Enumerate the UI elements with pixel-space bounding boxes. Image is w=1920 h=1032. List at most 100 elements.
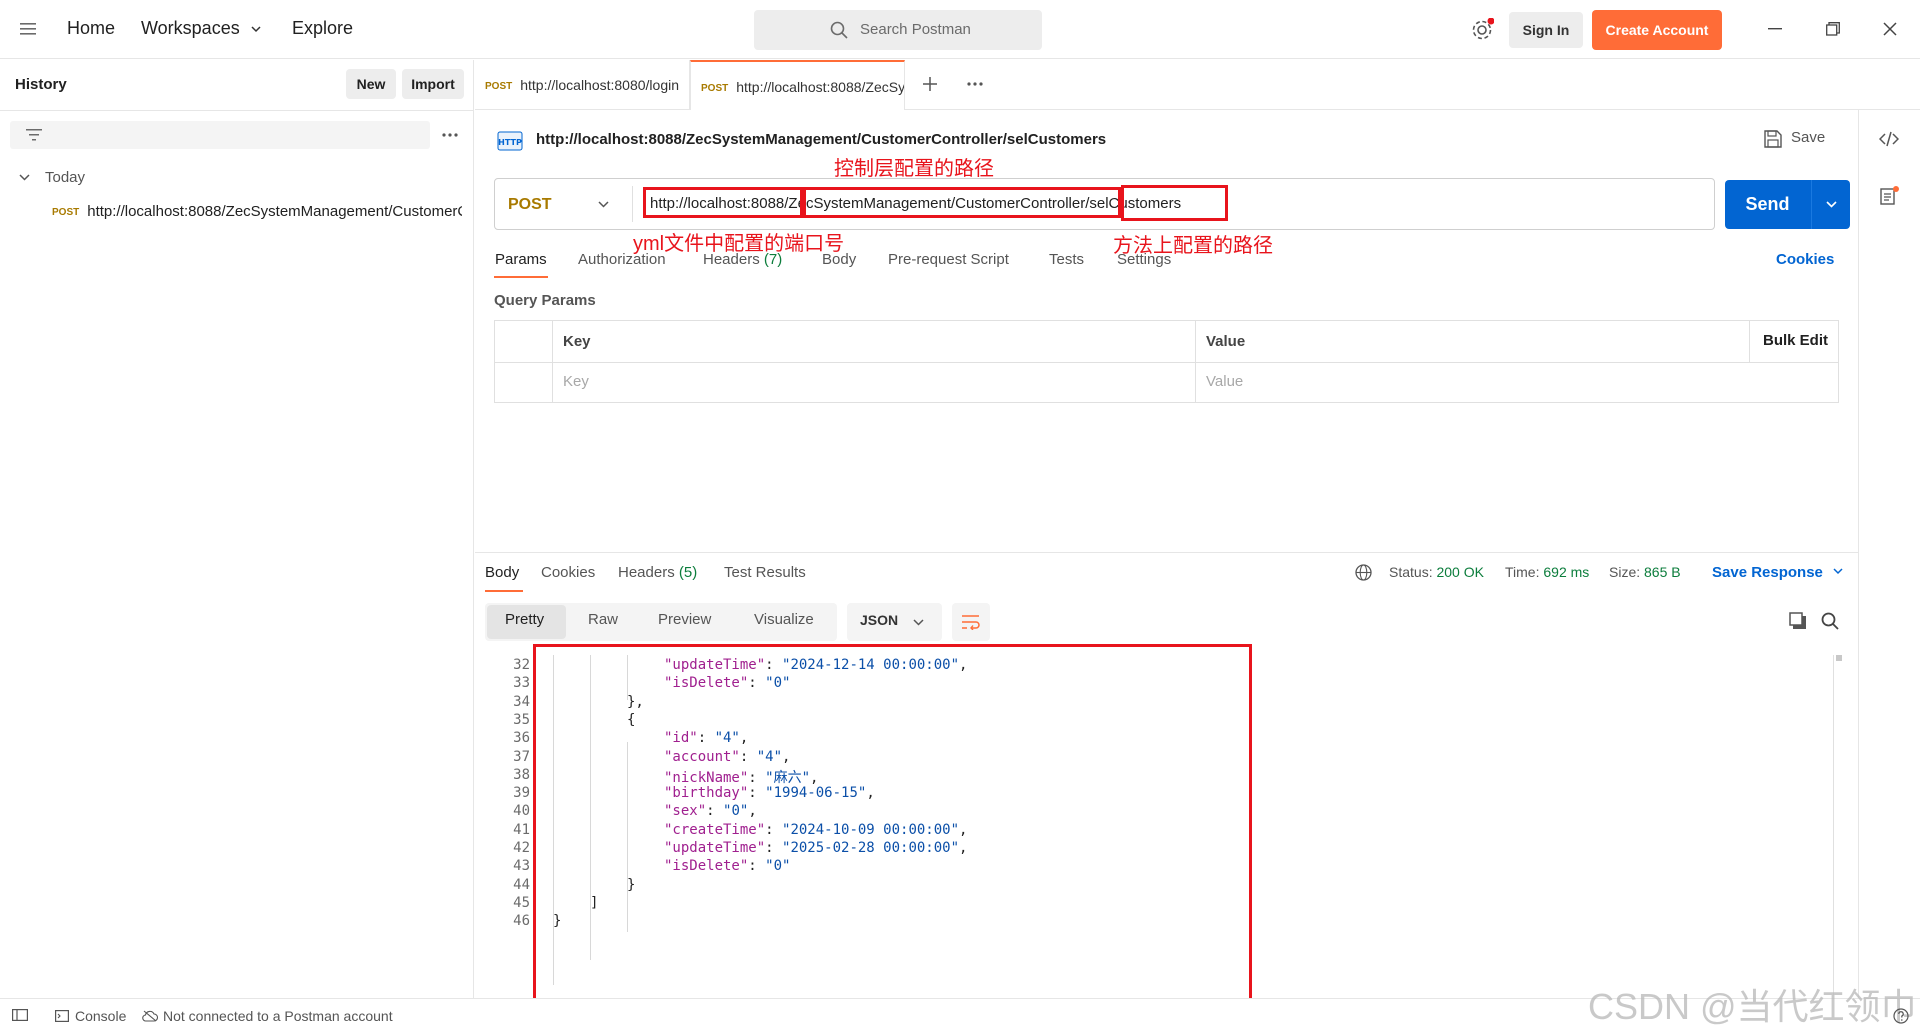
value-header: Value — [1206, 333, 1246, 350]
annotation-controller-label: 控制层配置的路径 — [834, 158, 994, 180]
create-account-button[interactable]: Create Account — [1592, 10, 1722, 50]
sign-in-button[interactable]: Sign In — [1509, 12, 1583, 48]
time-label: Time: — [1505, 564, 1540, 580]
send-split-divider — [1811, 180, 1812, 229]
right-rail-divider — [1858, 110, 1859, 998]
code-snippet-icon[interactable] — [1879, 131, 1899, 147]
tab-pre-request-script[interactable]: Pre-request Script — [888, 251, 1009, 268]
sidebar-toggle-icon[interactable] — [12, 1009, 28, 1021]
time-value: 692 ms — [1543, 564, 1590, 580]
new-button[interactable]: New — [346, 69, 396, 99]
save-response-label: Save Response — [1712, 564, 1823, 581]
save-button[interactable]: Save — [1764, 129, 1826, 148]
tab-url: http://localhost:8088/ZecSystemManagemen… — [736, 79, 905, 95]
tab-tests[interactable]: Tests — [1049, 251, 1084, 268]
response-tab-body[interactable]: Body — [485, 564, 519, 581]
scrollbar-track[interactable] — [1833, 655, 1834, 995]
history-sidebar — [0, 60, 474, 998]
line-number: 36 — [513, 730, 530, 747]
help-icon[interactable] — [1893, 1008, 1909, 1024]
menu-icon[interactable] — [20, 22, 36, 36]
copy-icon[interactable] — [1789, 612, 1807, 630]
view-preview[interactable]: Preview — [658, 611, 711, 628]
filter-input[interactable] — [10, 121, 430, 149]
more-options-icon[interactable] — [442, 133, 458, 137]
method-select[interactable]: POST — [508, 196, 552, 214]
table-divider — [1749, 320, 1750, 362]
line-number: 37 — [513, 748, 530, 765]
save-icon — [1764, 130, 1782, 148]
line-number: 41 — [513, 821, 530, 838]
new-tab-plus-icon[interactable] — [922, 76, 938, 92]
value-input[interactable]: Value — [1206, 373, 1243, 390]
bulk-edit-button[interactable]: Bulk Edit — [1763, 332, 1828, 349]
search-box[interactable]: Search Postman — [754, 10, 1042, 50]
response-tab-headers[interactable]: Headers (5) — [618, 564, 697, 581]
minimize-icon[interactable] — [1768, 28, 1782, 30]
cloud-off-icon — [142, 1010, 158, 1022]
nav-workspaces[interactable]: Workspaces — [141, 18, 240, 39]
nav-home[interactable]: Home — [67, 18, 115, 39]
settings-gear-icon[interactable] — [1470, 18, 1494, 42]
active-tab-indicator — [494, 276, 548, 278]
filter-icon — [26, 129, 42, 141]
search-icon[interactable] — [1821, 612, 1839, 630]
line-number: 32 — [513, 657, 530, 673]
line-number: 34 — [513, 693, 530, 710]
request-tab-1[interactable]: POST http://localhost:8080/login — [475, 60, 690, 110]
format-label: JSON — [860, 612, 899, 628]
tab-settings[interactable]: Settings — [1117, 251, 1171, 268]
save-label: Save — [1791, 129, 1826, 146]
sidebar-divider — [0, 110, 474, 111]
svg-text:HTTP: HTTP — [498, 138, 522, 147]
response-time: Time: 692 ms — [1505, 564, 1589, 580]
send-button[interactable]: Send — [1725, 180, 1850, 229]
request-tab-2[interactable]: POST http://localhost:8088/ZecSystemManag… — [690, 60, 905, 110]
response-tab-cookies[interactable]: Cookies — [541, 564, 595, 581]
query-params-title: Query Params — [494, 292, 596, 309]
view-pretty[interactable]: Pretty — [505, 611, 544, 628]
format-select[interactable]: JSON — [847, 603, 942, 641]
tab-options-icon[interactable] — [967, 82, 983, 86]
key-input[interactable]: Key — [563, 373, 589, 390]
chevron-down-icon[interactable] — [19, 174, 30, 181]
connection-status[interactable]: Not connected to a Postman account — [163, 1008, 393, 1024]
tab-headers-label: Headers — [703, 251, 760, 268]
response-tab-test-results[interactable]: Test Results — [724, 564, 806, 581]
restore-icon[interactable] — [1826, 22, 1840, 36]
nav-explore[interactable]: Explore — [292, 18, 353, 39]
line-number: 33 — [513, 675, 530, 692]
view-raw[interactable]: Raw — [588, 611, 618, 628]
tab-authorization[interactable]: Authorization — [578, 251, 666, 268]
chevron-down-icon[interactable] — [598, 201, 609, 208]
key-header: Key — [563, 333, 591, 350]
close-icon[interactable] — [1883, 22, 1897, 36]
documentation-icon[interactable] — [1880, 186, 1900, 206]
response-size: Size: 865 B — [1609, 564, 1681, 580]
chevron-down-icon — [1833, 568, 1843, 575]
chevron-down-icon[interactable] — [1826, 201, 1837, 208]
active-tab-indicator — [485, 590, 523, 592]
import-button[interactable]: Import — [402, 69, 464, 99]
tab-headers[interactable]: Headers (7) — [703, 251, 782, 268]
wrap-lines-button[interactable] — [952, 603, 990, 641]
cookies-link[interactable]: Cookies — [1776, 251, 1834, 268]
save-response-button[interactable]: Save Response — [1712, 564, 1843, 581]
response-divider — [475, 552, 1858, 553]
view-visualize[interactable]: Visualize — [754, 611, 814, 628]
tab-params[interactable]: Params — [495, 251, 547, 268]
tab-body[interactable]: Body — [822, 251, 856, 268]
annotation-box-method — [1121, 185, 1228, 221]
chevron-down-icon[interactable] — [251, 26, 261, 33]
globe-icon — [1355, 564, 1372, 581]
method-divider — [632, 186, 633, 222]
status-label: Status: — [1389, 564, 1433, 580]
response-headers-count: (5) — [678, 564, 698, 581]
sidebar-title: History — [15, 76, 67, 93]
size-value: 865 B — [1644, 564, 1681, 580]
method-badge: POST — [52, 207, 80, 218]
response-headers-label: Headers — [618, 564, 675, 581]
console-button[interactable]: Console — [75, 1008, 126, 1024]
scrollbar-thumb[interactable] — [1836, 655, 1842, 661]
history-item[interactable]: POST http://localhost:8088/ZecSystemManag… — [52, 203, 462, 220]
